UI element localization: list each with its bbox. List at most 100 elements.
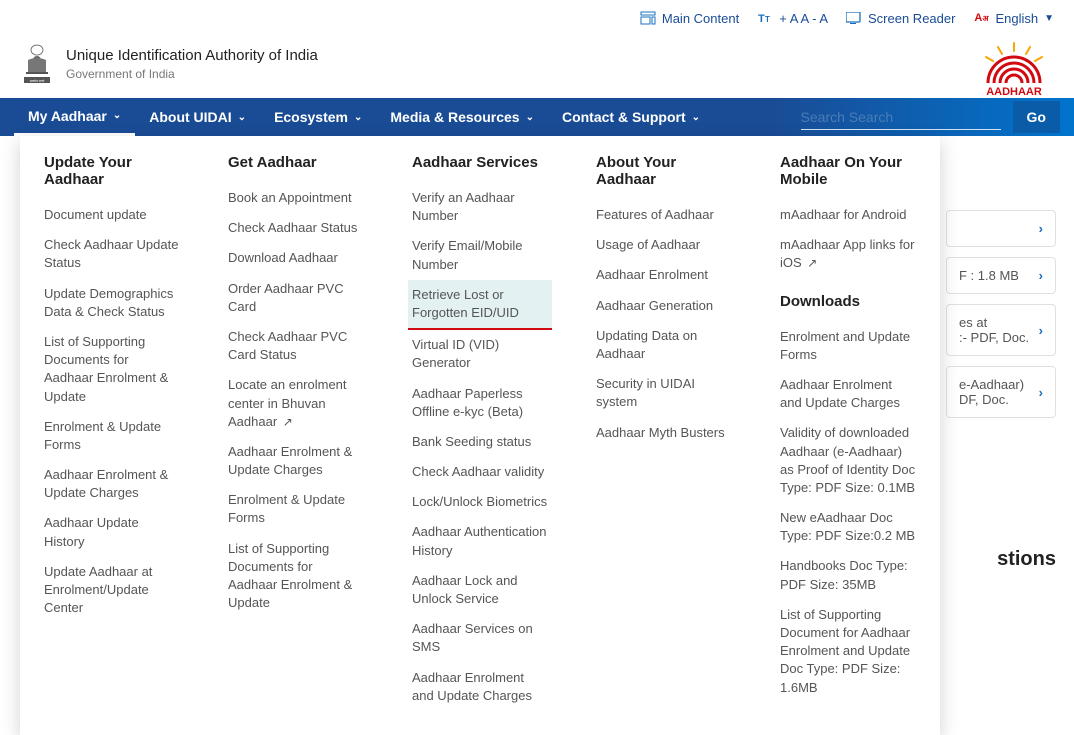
background-cards: › F : 1.8 MB› es at :- PDF, Doc.› e-Aadh… [946,210,1056,428]
svg-text:AADHAAR: AADHAAR [986,86,1042,97]
chevron-down-icon: ⌄ [354,112,362,123]
nav-media-resources[interactable]: Media & Resources⌄ [376,98,548,136]
chevron-down-icon: ⌄ [526,112,534,123]
menu-link[interactable]: Lock/Unlock Biometrics [412,487,548,517]
chevron-right-icon: › [1039,385,1043,400]
nav-contact-support[interactable]: Contact & Support⌄ [548,98,714,136]
menu-link[interactable]: List of Supporting Document for Aadhaar … [780,600,916,703]
menu-link[interactable]: Aadhaar Myth Busters [596,418,732,448]
menu-link[interactable]: Aadhaar Enrolment [596,260,732,290]
mega-col-update: Update Your Aadhaar Document update Chec… [20,154,204,711]
mega-col-services: Aadhaar Services Verify an Aadhaar Numbe… [388,154,572,711]
menu-link[interactable]: Check Aadhaar validity [412,457,548,487]
menu-link[interactable]: Locate an enrolment center in Bhuvan Aad… [228,370,364,437]
menu-link[interactable]: Aadhaar Enrolment & Update Charges [228,437,364,485]
org-block: Unique Identification Authority of India… [66,46,318,82]
main-content-link[interactable]: Main Content [640,10,739,26]
external-link-icon: ↗ [807,256,817,270]
menu-link[interactable]: Download Aadhaar [228,243,364,273]
menu-link[interactable]: Verify an Aadhaar Number [412,183,548,231]
menu-link[interactable]: Update Demographics Data & Check Status [44,279,180,327]
search-input[interactable] [801,105,1001,130]
language-icon: Aअ [973,10,989,26]
chevron-down-icon: ▼ [1044,13,1054,24]
nav-ecosystem[interactable]: Ecosystem⌄ [260,98,376,136]
menu-link[interactable]: Enrolment & Update Forms [228,485,364,533]
menu-link[interactable]: Updating Data on Aadhaar [596,321,732,369]
mega-menu: Update Your Aadhaar Document update Chec… [20,136,940,735]
svg-text:T: T [758,13,765,25]
svg-text:T: T [765,15,770,24]
external-link-icon: ↗ [283,415,293,429]
menu-link[interactable]: Security in UIDAI system [596,369,732,417]
nav-my-aadhaar[interactable]: My Aadhaar⌄ [14,98,135,136]
col-title: Aadhaar On Your Mobile [780,154,916,188]
org-title: Unique Identification Authority of India [66,46,318,66]
search-go-button[interactable]: Go [1013,101,1060,133]
menu-link[interactable]: Book an Appointment [228,183,364,213]
menu-link[interactable]: List of Supporting Documents for Aadhaar… [228,534,364,619]
chevron-down-icon: ⌄ [113,110,121,121]
menu-link[interactable]: Check Aadhaar Update Status [44,230,180,278]
card-stub[interactable]: › [946,210,1056,247]
site-header: सत्यमेव जयते Unique Identification Autho… [0,38,1074,98]
menu-link[interactable]: Document update [44,200,180,230]
menu-link[interactable]: Aadhaar Paperless Offline e-kyc (Beta) [412,379,548,427]
menu-link[interactable]: Features of Aadhaar [596,200,732,230]
menu-link[interactable]: Order Aadhaar PVC Card [228,274,364,322]
screen-reader-label: Screen Reader [868,11,955,26]
aadhaar-logo: AADHAAR [974,41,1054,100]
menu-link[interactable]: New eAadhaar Doc Type: PDF Size:0.2 MB [780,503,916,551]
menu-link[interactable]: Aadhaar Authentication History [412,517,548,565]
card-stub[interactable]: es at :- PDF, Doc.› [946,304,1056,356]
menu-link[interactable]: mAadhaar for Android [780,200,916,230]
menu-link[interactable]: Check Aadhaar PVC Card Status [228,322,364,370]
main-content-label: Main Content [662,11,739,26]
menu-link[interactable]: Enrolment and Update Forms [780,322,916,370]
faq-heading-fragment: stions [997,548,1056,571]
menu-link[interactable]: Aadhaar Update History [44,508,180,556]
menu-link[interactable]: Bank Seeding status [412,427,548,457]
menu-link[interactable]: Virtual ID (VID) Generator [412,330,548,378]
language-label: English [995,11,1038,26]
screen-reader-link[interactable]: Screen Reader [846,10,955,26]
nav-about-uidai[interactable]: About UIDAI⌄ [135,98,260,136]
menu-link[interactable]: mAadhaar App links for iOS ↗ [780,230,916,278]
menu-link-retrieve-eid-uid[interactable]: Retrieve Lost or Forgotten EID/UID [408,280,552,330]
main-content-icon [640,10,656,26]
text-size-control[interactable]: TT + A A - A [757,10,828,26]
menu-link[interactable]: Update Aadhaar at Enrolment/Update Cente… [44,557,180,624]
main-nav: My Aadhaar⌄ About UIDAI⌄ Ecosystem⌄ Medi… [0,98,1074,136]
menu-link[interactable]: Verify Email/Mobile Number [412,231,548,279]
mega-col-about: About Your Aadhaar Features of Aadhaar U… [572,154,756,711]
chevron-down-icon: ⌄ [238,112,246,123]
col-title: Aadhaar Services [412,154,548,171]
emblem-icon: सत्यमेव जयते [20,42,54,86]
card-stub[interactable]: e-Aadhaar) DF, Doc.› [946,366,1056,418]
menu-link[interactable]: List of Supporting Documents for Aadhaar… [44,327,180,412]
menu-link[interactable]: Check Aadhaar Status [228,213,364,243]
mega-col-mobile: Aadhaar On Your Mobile mAadhaar for Andr… [756,154,940,711]
language-selector[interactable]: Aअ English ▼ [973,10,1054,26]
text-size-icon: TT [757,10,773,26]
text-size-label: + A A - A [779,11,828,26]
mega-col-get: Get Aadhaar Book an Appointment Check Aa… [204,154,388,711]
menu-link[interactable]: Enrolment & Update Forms [44,412,180,460]
menu-link[interactable]: Aadhaar Lock and Unlock Service [412,566,548,614]
card-stub[interactable]: F : 1.8 MB› [946,257,1056,294]
col-title: Get Aadhaar [228,154,364,171]
menu-link[interactable]: Aadhaar Services on SMS [412,614,548,662]
search-area: Go [801,101,1060,133]
downloads-title: Downloads [780,293,916,310]
menu-link[interactable]: Validity of downloaded Aadhaar (e-Aadhaa… [780,418,916,503]
menu-link[interactable]: Aadhaar Enrolment and Update Charges [412,663,548,711]
chevron-right-icon: › [1039,268,1043,283]
menu-link[interactable]: Usage of Aadhaar [596,230,732,260]
chevron-down-icon: ⌄ [692,112,700,123]
menu-link[interactable]: Aadhaar Generation [596,291,732,321]
menu-link[interactable]: Handbooks Doc Type: PDF Size: 35MB [780,551,916,599]
svg-text:सत्यमेव जयते: सत्यमेव जयते [30,79,45,83]
chevron-right-icon: › [1039,221,1043,236]
menu-link[interactable]: Aadhaar Enrolment and Update Charges [780,370,916,418]
menu-link[interactable]: Aadhaar Enrolment & Update Charges [44,460,180,508]
